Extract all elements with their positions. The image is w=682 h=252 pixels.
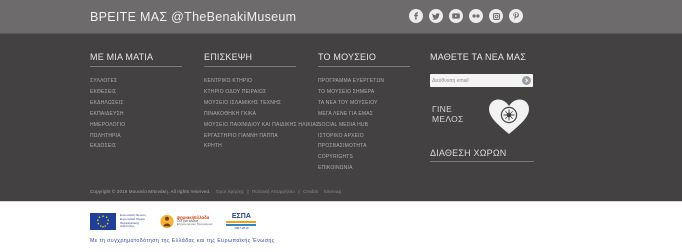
sitemap-link[interactable]: Sitemap <box>324 189 342 194</box>
newsletter-form <box>430 74 533 87</box>
visit-column: ΕΠΙΣΚΕΨΗ ΚΕΝΤΡΙΚΟ ΚΤΗΡΙΟ ΚΤΗΡΙΟ ΟΔΟΥ ΠΕΙ… <box>204 52 319 152</box>
link-list: ΚΕΝΤΡΙΚΟ ΚΤΗΡΙΟ ΚΤΗΡΙΟ ΟΔΟΥ ΠΕΙΡΑΙΩΣ ΜΟΥ… <box>204 76 319 152</box>
footer-link[interactable]: ΙΣΤΟΡΙΚΟ ΑΡΧΕΙΟ <box>318 131 410 142</box>
footer-link[interactable]: ΗΜΕΡΟΛΟΓΙΟ <box>90 120 182 131</box>
footer-link[interactable]: ΚΤΗΡΙΟ ΟΔΟΥ ΠΕΙΡΑΙΩΣ <box>204 87 319 98</box>
member-label-line2: ΜΕΛΟΣ <box>432 113 464 124</box>
footer-main: ΜΕ ΜΙΑ ΜΑΤΙΑ ΣΥΛΛΟΓΕΣ ΕΚΘΕΣΕΙΣ ΕΚΔΗΛΩΣΕΙ… <box>0 34 682 201</box>
museum-column: ΤΟ ΜΟΥΣΕΙΟ ΠΡΟΓΡΑΜΜΑ ΕΥΕΡΓΕΤΩΝ ΤΟ ΜΟΥΣΕΙ… <box>318 52 410 174</box>
eu-text: Ευρωπαϊκή Ένωση Ευρωπαϊκό Ταμείο Περιφερ… <box>120 214 146 228</box>
arrow-right-icon <box>525 78 529 83</box>
funding-bar: Ευρωπαϊκή Ένωση Ευρωπαϊκό Ταμείο Περιφερ… <box>0 201 682 252</box>
credits-link[interactable]: Credits <box>303 189 318 194</box>
newsletter-column: ΜΑΘΕΤΕ ΤΑ ΝΕΑ ΜΑΣ ΓΙΝΕ ΜΕΛΟΣ ΔΙΑΘΕΣΗ ΧΩΡ… <box>430 52 534 162</box>
eu-flag-icon <box>90 213 116 230</box>
ep-text-line: Επιχειρησιακό Πρόγραμμα <box>176 222 213 227</box>
email-input[interactable] <box>432 75 518 86</box>
funding-caption: Με τη συγχρηματοδότηση της Ελλάδας και τ… <box>90 238 275 244</box>
footer-link[interactable]: ΕΡΓΑΣΤΗΡΙΟ ΓΙΑΝΝΗ ΠΑΠΠΑ <box>204 131 319 142</box>
eu-logo: Ευρωπαϊκή Ένωση Ευρωπαϊκό Ταμείο Περιφερ… <box>90 213 146 230</box>
copyright-text: Copyright © 2016 Μουσείο Μπενάκη. All ri… <box>90 189 211 194</box>
footer-link[interactable]: ΕΚΠΑΙΔΕΥΣΗ <box>90 109 182 120</box>
at-a-glance-column: ΜΕ ΜΙΑ ΜΑΤΙΑ ΣΥΛΛΟΓΕΣ ΕΚΘΕΣΕΙΣ ΕΚΔΗΛΩΣΕΙ… <box>90 52 182 152</box>
link-list: ΠΡΟΓΡΑΜΜΑ ΕΥΕΡΓΕΤΩΝ ΤΟ ΜΟΥΣΕΙΟ ΣΗΜΕΡΑ ΤΑ… <box>318 76 410 174</box>
footer-link[interactable]: ΕΚΘΕΣΕΙΣ <box>90 87 182 98</box>
facebook-icon[interactable] <box>409 9 423 23</box>
youtube-icon[interactable] <box>449 9 463 23</box>
footer-link[interactable]: ΤΑ ΝΕΑ ΤΟΥ ΜΟΥΣΕΙΟΥ <box>318 98 410 109</box>
funding-logos: Ευρωπαϊκή Ένωση Ευρωπαϊκό Ταμείο Περιφερ… <box>90 212 257 231</box>
footer-link[interactable]: ΜΟΥΣΕΙΟ ΠΑΙΧΝΙΔΙΟΥ ΚΑΙ ΠΑΙΔΙΚΗΣ ΗΛΙΚΙΑΣ <box>204 120 319 131</box>
social-links <box>409 9 523 23</box>
column-title: ΜΕ ΜΙΑ ΜΑΤΙΑ <box>90 52 182 67</box>
separator: | <box>298 189 300 194</box>
column-title: ΕΠΙΣΚΕΨΗ <box>204 52 296 67</box>
social-bar: ΒΡΕΙΤΕ ΜΑΣ @TheBenakiMuseum <box>0 0 682 34</box>
espa-stripe <box>226 220 257 223</box>
footer-link[interactable]: ΠΩΛΗΤΗΡΙΑ <box>90 131 182 142</box>
terms-link[interactable]: Όροι Χρήσης <box>216 189 244 194</box>
column-title: ΜΑΘΕΤΕ ΤΑ ΝΕΑ ΜΑΣ <box>430 52 526 62</box>
footer-link[interactable]: ΚΡΗΤΗ <box>204 141 319 152</box>
footer-link[interactable]: SOCIAL MEDIA HUB <box>318 120 410 131</box>
footer-link[interactable]: ΣΥΛΛΟΓΕΣ <box>90 76 182 87</box>
footer-link[interactable]: ΠΡΟΓΡΑΜΜΑ ΕΥΕΡΓΕΤΩΝ <box>318 76 410 87</box>
link-list: ΣΥΛΛΟΓΕΣ ΕΚΘΕΣΕΙΣ ΕΚΔΗΛΩΣΕΙΣ ΕΚΠΑΙΔΕΥΣΗ … <box>90 76 182 152</box>
instagram-icon[interactable] <box>489 9 503 23</box>
copyright-row: Copyright © 2016 Μουσείο Μπενάκη. All ri… <box>90 189 341 194</box>
venue-rentals-link[interactable]: ΔΙΑΘΕΣΗ ΧΩΡΩΝ <box>430 148 534 162</box>
footer-link[interactable]: ΕΚΔΗΛΩΣΕΙΣ <box>90 98 182 109</box>
person-emblem-icon <box>160 214 174 229</box>
pinterest-icon[interactable] <box>509 9 523 23</box>
footer-link[interactable]: ΕΚΔΟΣΕΙΣ <box>90 141 182 152</box>
eu-text-line: Ανάπτυξης <box>120 224 135 229</box>
column-title: ΤΟ ΜΟΥΣΕΙΟ <box>318 52 410 67</box>
twitter-icon[interactable] <box>429 9 443 23</box>
find-us-label: ΒΡΕΙΤΕ ΜΑΣ @TheBenakiMuseum <box>90 10 297 24</box>
flickr-icon[interactable] <box>469 9 483 23</box>
footer-link[interactable]: ΕΠΙΚΟΙΝΩΝΙΑ <box>318 163 410 174</box>
footer-link[interactable]: ΚΕΝΤΡΙΚΟ ΚΤΗΡΙΟ <box>204 76 319 87</box>
footer-link[interactable]: ΠΙΝΑΚΟΘΗΚΗ ΓΚΙΚΑ <box>204 109 319 120</box>
footer-link[interactable]: ΤΟ ΜΟΥΣΕΙΟ ΣΗΜΕΡΑ <box>318 87 410 98</box>
privacy-link[interactable]: Πολιτική Απορρήτου <box>252 189 295 194</box>
footer-link[interactable]: ΜΟΥΣΕΙΟ ΙΣΛΑΜΙΚΗΣ ΤΕΧΝΗΣ <box>204 98 319 109</box>
digital-greece-logo: ψηφιακήΕλλάδα ΟΠ για όλους Επιχειρησιακό… <box>160 212 213 231</box>
footer-link[interactable]: ΠΡΟΣΒΑΣΙΜΟΤΗΤΑ <box>318 141 410 152</box>
member-label: ΓΙΝΕ ΜΕΛΟΣ <box>432 104 464 124</box>
digital-greece-text: ψηφιακήΕλλάδα ΟΠ για όλους Επιχειρησιακό… <box>177 216 213 227</box>
espa-title: ΕΣΠΑ <box>231 212 251 220</box>
separator: | <box>247 189 249 194</box>
newsletter-submit-button[interactable] <box>522 76 531 85</box>
espa-years: 2007-2013 <box>234 225 249 230</box>
footer-link[interactable]: ΜΕΓΑ ΛΕΝΕ ΓΙΑ ΕΜΑΣ <box>318 109 410 120</box>
espa-logo: ΕΣΠΑ 2007-2013 <box>226 212 257 231</box>
become-member-link[interactable]: ΓΙΝΕ ΜΕΛΟΣ <box>430 98 540 138</box>
footer-link[interactable]: COPYRIGHTS <box>318 152 410 163</box>
heart-logo-icon <box>489 99 529 134</box>
